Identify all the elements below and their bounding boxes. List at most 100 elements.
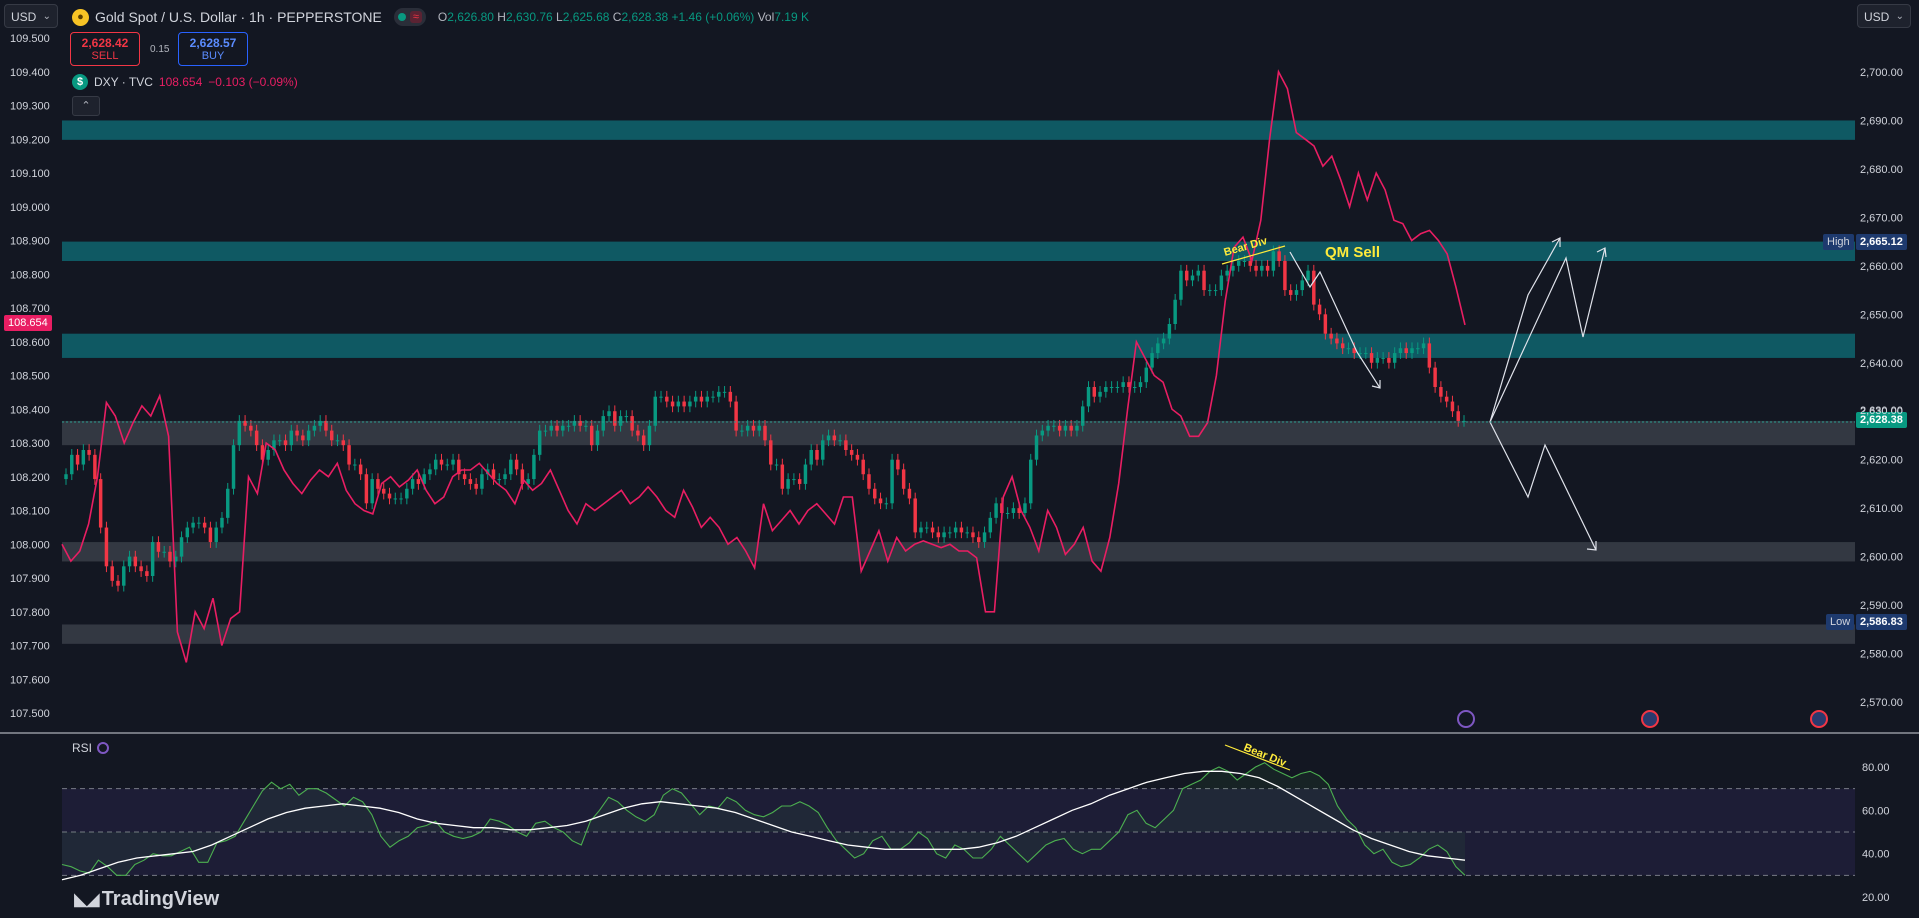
candle-body <box>439 459 444 465</box>
sell-price: 2,628.42 <box>81 36 129 50</box>
candle-body <box>965 532 969 534</box>
dxy-legend[interactable]: $ DXY · TVC 108.654 −0.103 (−0.09%) <box>72 74 298 90</box>
zone-teal-1[interactable] <box>62 241 1855 261</box>
candle-body <box>549 425 553 431</box>
candle-body <box>1294 290 1299 295</box>
candle <box>70 449 74 481</box>
candle <box>676 395 681 413</box>
symbol-title[interactable]: Gold Spot / U.S. Dollar · 1h · PEPPERSTO… <box>95 9 382 25</box>
candle-body <box>537 430 542 455</box>
candle <box>670 395 675 413</box>
rsi-legend[interactable]: RSI <box>72 741 110 755</box>
candle <box>122 560 126 592</box>
dxy-axis-tick: 108.300 <box>10 438 50 450</box>
candle-body <box>1132 387 1137 388</box>
candle-body <box>774 464 779 466</box>
candle-body <box>116 580 120 586</box>
candle-body <box>503 474 507 480</box>
zone-teal-2[interactable] <box>62 333 1855 358</box>
candle <box>803 458 808 490</box>
candle <box>139 560 143 577</box>
candle-body <box>214 527 218 543</box>
zone-teal-0[interactable] <box>62 120 1855 140</box>
candle-body <box>734 401 738 431</box>
candle <box>399 492 403 505</box>
candle-body <box>208 527 213 543</box>
zones <box>62 120 1855 644</box>
us-flag-event-icon[interactable] <box>1641 710 1659 728</box>
buy-button[interactable]: 2,628.57 BUY <box>178 32 248 66</box>
candle <box>792 473 796 485</box>
candle <box>1312 264 1316 311</box>
candle-body <box>197 522 201 524</box>
candle <box>474 478 478 495</box>
candle <box>907 482 912 505</box>
candle-body <box>1416 348 1420 350</box>
dxy-name[interactable]: DXY · TVC <box>94 75 153 89</box>
candle <box>197 516 201 529</box>
candle-body <box>901 469 906 489</box>
move-arrow-down[interactable] <box>1289 251 1381 389</box>
candle-body <box>1173 299 1177 324</box>
candle <box>711 390 715 403</box>
candle-body <box>659 396 663 398</box>
dxy-axis-tick: 108.200 <box>10 472 50 484</box>
vol-label: Vol <box>757 10 775 24</box>
lightning-event-icon[interactable] <box>1457 710 1475 728</box>
candle <box>145 565 149 582</box>
candle-body <box>1398 348 1403 354</box>
candle <box>693 390 698 408</box>
status-pill[interactable]: ≈ <box>393 8 426 26</box>
candle-body <box>87 450 91 455</box>
candle-body <box>913 498 917 533</box>
candle-body <box>1364 353 1368 355</box>
candle-body <box>168 551 172 562</box>
candle <box>682 395 686 413</box>
low-value: 2,625.68 <box>562 10 610 24</box>
candle-body <box>1375 357 1380 363</box>
candle-body <box>890 459 894 504</box>
zone-gray-4[interactable] <box>62 542 1855 562</box>
rsi-title[interactable]: RSI <box>72 741 92 755</box>
dollar-icon: $ <box>72 74 88 90</box>
candle <box>797 473 802 490</box>
dxy-value: 108.654 <box>158 75 203 89</box>
candle-body <box>618 416 623 426</box>
candle-body <box>624 416 629 418</box>
zone-gray-5[interactable] <box>62 624 1855 644</box>
candle-body <box>202 522 207 528</box>
candle <box>774 458 779 471</box>
candle <box>1260 260 1264 277</box>
symbol-legend[interactable]: ● Gold Spot / U.S. Dollar · 1h · PEPPERS… <box>72 8 809 26</box>
sell-button[interactable]: 2,628.42 SELL <box>70 32 140 66</box>
candle <box>116 575 120 592</box>
candle-body <box>1080 406 1085 426</box>
candle-body <box>1121 382 1125 387</box>
candle <box>734 395 738 437</box>
candle-body <box>751 425 756 431</box>
candle-body <box>1300 280 1304 291</box>
candle <box>896 453 900 476</box>
candle-body <box>1005 513 1010 514</box>
currency-select-left[interactable]: USD ⌄ <box>4 4 58 28</box>
collapse-legend-button[interactable]: ⌃ <box>72 96 100 116</box>
dxy-overlay <box>61 69 1466 663</box>
candle-body <box>693 396 698 402</box>
candle-body <box>930 527 935 533</box>
candle-body <box>1288 290 1293 295</box>
dxy-series-line[interactable] <box>61 69 1466 663</box>
projection-arrow-up-1[interactable] <box>1489 237 1561 423</box>
candle <box>1254 260 1258 277</box>
candle <box>942 526 946 544</box>
chart-canvas[interactable]: Bear Div QM Sell Bear Div 2,700.00 2,690.… <box>0 0 1919 918</box>
candle <box>1115 381 1120 393</box>
brand-name: TradingView <box>101 888 220 910</box>
currency-select-right[interactable]: USD ⌄ <box>1857 4 1911 28</box>
us-flag-event-icon[interactable] <box>1810 710 1828 728</box>
candle-body <box>711 396 715 398</box>
candle-body <box>1063 425 1068 431</box>
candle-body <box>353 464 357 466</box>
tradingview-logo[interactable]: ◣◢ TradingView <box>74 888 219 911</box>
low-tag-value: 2,586.83 <box>1860 616 1903 628</box>
candle <box>1144 361 1149 388</box>
